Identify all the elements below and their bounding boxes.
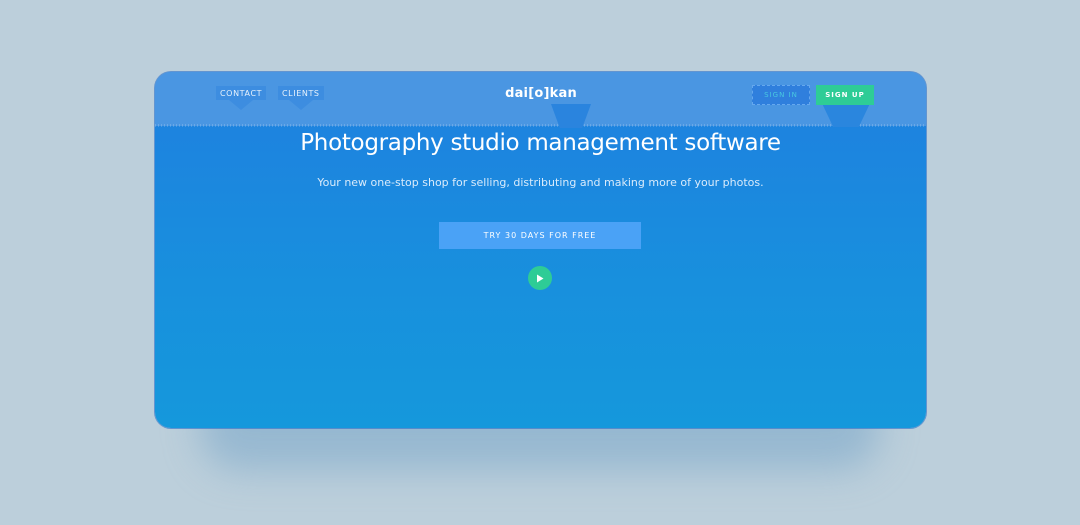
nav-item-contact-label: CONTACT [216,86,267,100]
play-icon [537,274,544,282]
nav-item-clients-label: CLIENTS [278,86,324,100]
sign-in-button[interactable]: SIGN IN [752,85,810,105]
nav-item-contact[interactable]: CONTACT [216,86,267,120]
browser-window: CONTACT CLIENTS dai[o]kan SIGN IN SIGN U… [155,72,926,428]
play-video-button[interactable] [528,266,552,290]
try-free-button[interactable]: TRY 30 DAYS FOR FREE [439,222,641,249]
nav-bar-edge [155,124,926,127]
nav-item-notch [229,100,254,110]
nav-item-notch [288,100,313,110]
stage: CONTACT CLIENTS dai[o]kan SIGN IN SIGN U… [0,0,1080,525]
nav-item-clients[interactable]: CLIENTS [278,86,324,120]
hero-title: Photography studio management software [300,130,781,156]
brand-logo[interactable]: dai[o]kan [504,86,578,101]
sign-up-button[interactable]: SIGN UP [816,85,874,105]
hero-subtitle: Your new one-stop shop for selling, dist… [317,176,764,189]
